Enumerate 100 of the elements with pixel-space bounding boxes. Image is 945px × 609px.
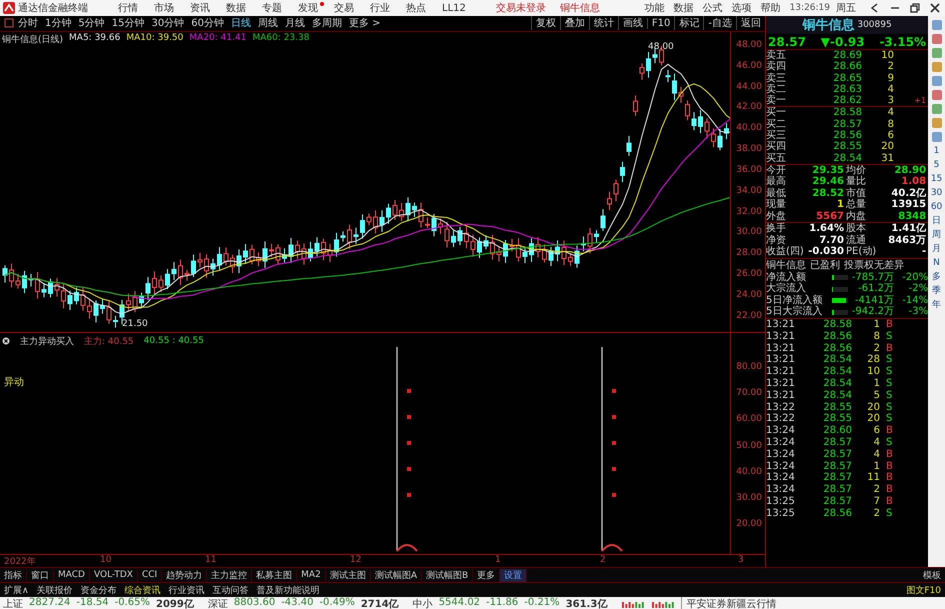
- menu-item[interactable]: 热点: [406, 1, 432, 15]
- stat-value: 8348: [898, 210, 926, 222]
- tool-icon[interactable]: [930, 131, 943, 143]
- menu-item[interactable]: 发现: [298, 1, 324, 15]
- period-shortcut[interactable]: 5: [934, 159, 940, 171]
- period-shortcut[interactable]: 日: [932, 215, 942, 227]
- tick-side: S: [885, 354, 894, 366]
- index-percent: -0.65%: [114, 597, 150, 609]
- stat-value: 1.64%: [809, 223, 844, 235]
- menu-item[interactable]: 功能: [644, 1, 665, 15]
- notice-link[interactable]: 铜牛信息: [560, 1, 600, 15]
- tick-side: S: [885, 390, 894, 402]
- stat-label: 最低: [766, 188, 787, 199]
- period-tab[interactable]: 更多 >: [348, 16, 381, 30]
- period-shortcut[interactable]: 1: [934, 145, 940, 157]
- period-tab[interactable]: 30分钟: [151, 16, 184, 30]
- close-indicator-icon[interactable]: [2, 337, 10, 346]
- stat-label: 股本: [846, 223, 867, 234]
- menu-item[interactable]: 公式: [702, 1, 723, 15]
- period-shortcut[interactable]: 15: [930, 173, 942, 185]
- period-shortcut[interactable]: N: [933, 257, 940, 269]
- tool-icon[interactable]: [930, 89, 943, 101]
- period-tab[interactable]: 5分钟: [78, 16, 105, 30]
- indicator-tab[interactable]: 设置: [500, 568, 528, 582]
- tool-icon[interactable]: [930, 61, 943, 73]
- menu-item[interactable]: 交易: [334, 1, 360, 15]
- menu-item[interactable]: 专题: [262, 1, 288, 15]
- info-tab[interactable]: 互动问答: [208, 584, 253, 596]
- stat-label: 最高: [766, 176, 787, 188]
- stock-tag: 投票权无差异: [844, 258, 904, 272]
- chart-title: 铜牛信息(日线): [2, 34, 64, 46]
- info-tab[interactable]: 扩展∧: [0, 584, 33, 596]
- period-shortcut[interactable]: 60: [930, 201, 942, 213]
- f10-link[interactable]: 图文F10: [906, 584, 945, 596]
- period-shortcut[interactable]: 周: [932, 229, 942, 241]
- period-tab[interactable]: 分时: [18, 16, 38, 30]
- menu-item[interactable]: 市场: [154, 1, 180, 15]
- tick-volume: 2: [872, 508, 880, 520]
- tick-time: 13:24: [766, 460, 796, 472]
- tick-time: 13:21: [766, 366, 796, 378]
- chart-tool-button[interactable]: 叠加: [560, 16, 589, 30]
- tick-side: B: [885, 448, 894, 461]
- order-price: 28.54: [832, 152, 862, 164]
- tool-icon[interactable]: [930, 103, 943, 115]
- tick-price: 28.57: [822, 484, 852, 496]
- chart-tool-button[interactable]: 画线: [618, 16, 647, 30]
- menu-item[interactable]: 行业: [370, 1, 396, 15]
- tick-price: 28.54: [822, 366, 852, 378]
- menu-item[interactable]: 选项: [732, 1, 752, 15]
- period-tab[interactable]: 60分钟: [191, 16, 224, 30]
- order-label: 买三: [766, 130, 787, 142]
- order-volume: 4: [886, 84, 894, 96]
- restore-icon[interactable]: [909, 2, 921, 14]
- period-tab[interactable]: 15分钟: [112, 16, 144, 30]
- stat-label: 净资: [766, 234, 787, 246]
- notice-link[interactable]: 交易未登录: [496, 1, 546, 15]
- template-button[interactable]: 模板: [923, 568, 945, 582]
- menu-item[interactable]: 资讯: [190, 1, 216, 15]
- panel-toggle-icon[interactable]: [4, 18, 14, 28]
- period-shortcut[interactable]: 多: [932, 271, 942, 283]
- period-tab[interactable]: 1分钟: [45, 16, 72, 30]
- chart-tool-button[interactable]: 复权: [530, 16, 560, 30]
- info-tab[interactable]: 行业资讯: [164, 584, 209, 596]
- info-tab[interactable]: 普及新功能说明: [252, 584, 324, 596]
- menu-item[interactable]: 帮助: [760, 1, 781, 15]
- tool-icon[interactable]: [930, 117, 943, 129]
- chart-tool-button[interactable]: F10: [646, 18, 674, 29]
- menu-item[interactable]: LL12: [442, 2, 472, 14]
- period-shortcut[interactable]: 季: [932, 285, 942, 297]
- period-tab[interactable]: 月线: [284, 16, 305, 30]
- period-tab[interactable]: 日线: [230, 16, 251, 30]
- tick-time: 13:21: [766, 318, 796, 331]
- period-tab[interactable]: 多周期: [312, 16, 342, 30]
- stat-label: 市值: [846, 188, 867, 199]
- menu-item[interactable]: 行情: [118, 1, 144, 15]
- tick-price: 28.57: [822, 436, 852, 449]
- menu-item[interactable]: 数据: [226, 1, 252, 15]
- period-shortcut[interactable]: 年: [932, 299, 942, 311]
- chart-tool-button[interactable]: 统计: [588, 16, 618, 30]
- chart-tool-button[interactable]: 返回: [736, 16, 765, 30]
- close-icon[interactable]: [929, 2, 941, 14]
- tool-icon[interactable]: [930, 47, 943, 59]
- axis-label: 30.00: [736, 227, 762, 238]
- info-tab[interactable]: 关联报价: [32, 584, 77, 596]
- tool-icon[interactable]: [930, 19, 943, 31]
- tool-icon[interactable]: [930, 75, 943, 87]
- tick-price: 28.57: [822, 496, 852, 508]
- period-shortcut[interactable]: 月: [932, 243, 942, 255]
- period-shortcut[interactable]: 30: [930, 187, 942, 199]
- tick-side: S: [885, 366, 894, 378]
- period-tab[interactable]: 周线: [258, 16, 278, 30]
- info-tab[interactable]: 资金分布: [76, 584, 121, 596]
- info-tab[interactable]: 综合资讯: [120, 584, 165, 596]
- tool-icon[interactable]: [930, 33, 943, 45]
- tick-volume: 4: [872, 436, 880, 449]
- stat-value: 13915: [891, 199, 926, 211]
- chart-tool-button[interactable]: 标记: [674, 16, 704, 30]
- chart-tool-button[interactable]: -自选: [703, 16, 736, 30]
- index-turnover: 2714亿: [360, 598, 399, 609]
- menu-item[interactable]: 数据: [674, 1, 694, 15]
